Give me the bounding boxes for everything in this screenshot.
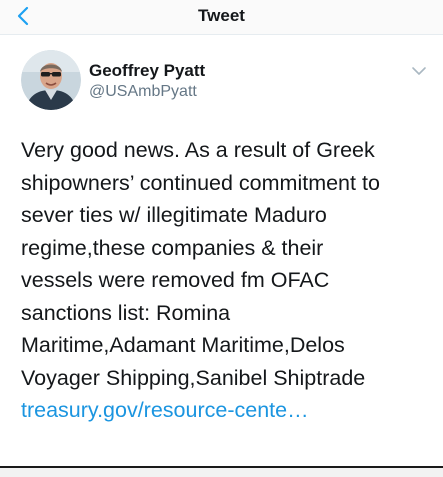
tweet-text-line: Very good news. As a result of Greek [21, 138, 375, 162]
screen-divider [0, 466, 443, 477]
tweet-link[interactable]: treasury.gov/resource-cente… [21, 394, 433, 427]
tweet-text-line: regime,these companies & their [21, 235, 324, 260]
avatar[interactable] [21, 50, 81, 110]
tweet-text-line: sever ties w/ illegitimate Maduro [21, 203, 327, 227]
chevron-down-icon[interactable] [411, 64, 427, 76]
author-display-name[interactable]: Geoffrey Pyatt [89, 61, 205, 81]
tweet-text: Very good news. As a result of Greek shi… [21, 134, 433, 427]
tweet-text-line: sanctions list: Romina [21, 300, 231, 325]
tweet-detail-screen: Tweet Geoffrey Pyatt @USAmbPyatt Very go… [0, 0, 443, 477]
page-title: Tweet [198, 6, 245, 25]
tweet-text-line: Maritime,Adamant Maritime,Delos [21, 333, 345, 357]
tweet-text-line: vessels were removed fm OFAC [21, 268, 330, 292]
author-handle[interactable]: @USAmbPyatt [89, 83, 197, 101]
tweet-text-line: shipowners’ continued commitment to [21, 170, 380, 195]
tweet-text-line: Voyager Shipping,Sanibel Shiptrade [21, 365, 366, 390]
tweet-author: Geoffrey Pyatt @USAmbPyatt [21, 50, 426, 110]
navigation-bar: Tweet [0, 0, 443, 35]
